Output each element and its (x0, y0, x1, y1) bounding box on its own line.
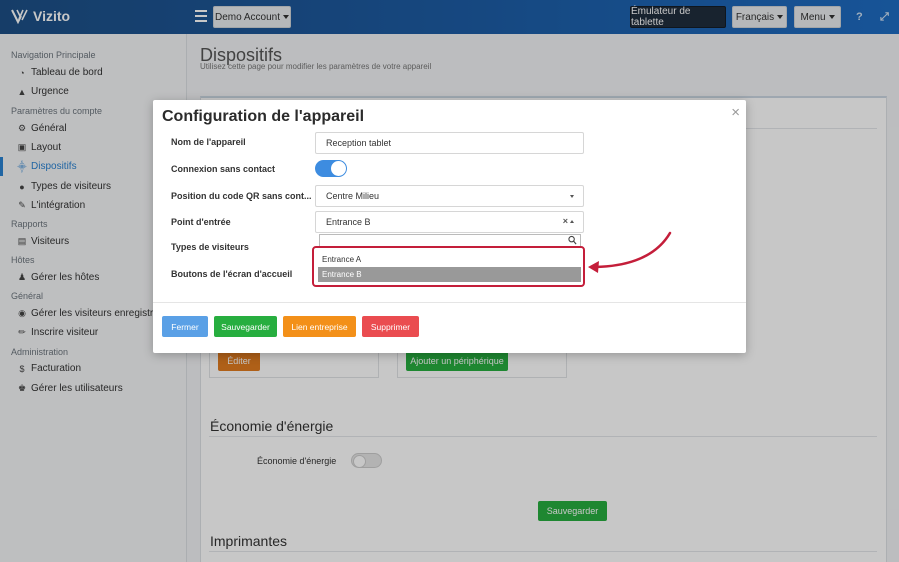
modal-divider (153, 302, 746, 303)
close-icon[interactable]: × (731, 104, 740, 121)
modal-title: Configuration de l'appareil (162, 108, 365, 125)
chevron-down-icon (570, 195, 574, 198)
visitor-types-label: Types de visiteurs (171, 242, 249, 252)
chevron-up-icon (570, 220, 574, 223)
contactless-label: Connexion sans contact (171, 164, 276, 174)
delete-button[interactable]: Supprimer (362, 316, 419, 337)
device-name-input[interactable]: Reception tablet (315, 132, 584, 154)
device-config-modal: Configuration de l'appareil × Nom de l'a… (153, 100, 746, 353)
search-icon (568, 235, 577, 245)
qr-position-value: Centre Milieu (326, 191, 380, 201)
dropdown-option[interactable]: Entrance A (318, 252, 581, 267)
entry-point-value: Entrance B (326, 217, 371, 227)
entry-point-label: Point d'entrée (171, 217, 231, 227)
device-name-value: Reception tablet (326, 138, 392, 148)
home-buttons-label: Boutons de l'écran d'accueil (171, 269, 293, 279)
entry-point-select[interactable]: Entrance B × (315, 211, 584, 233)
save-button[interactable]: Sauvegarder (214, 316, 277, 337)
dropdown-option-selected[interactable]: Entrance B (318, 267, 581, 282)
contactless-toggle[interactable] (315, 160, 347, 177)
company-link-button[interactable]: Lien entreprise (283, 316, 356, 337)
close-button[interactable]: Fermer (162, 316, 208, 337)
clear-icon[interactable]: × (563, 216, 568, 226)
device-name-label: Nom de l'appareil (171, 137, 246, 147)
qr-position-select[interactable]: Centre Milieu (315, 185, 584, 207)
annotation-arrow-icon (588, 231, 672, 273)
entry-point-dropdown-list: Entrance A Entrance B (312, 246, 585, 287)
qr-position-label: Position du code QR sans cont... (171, 191, 312, 201)
